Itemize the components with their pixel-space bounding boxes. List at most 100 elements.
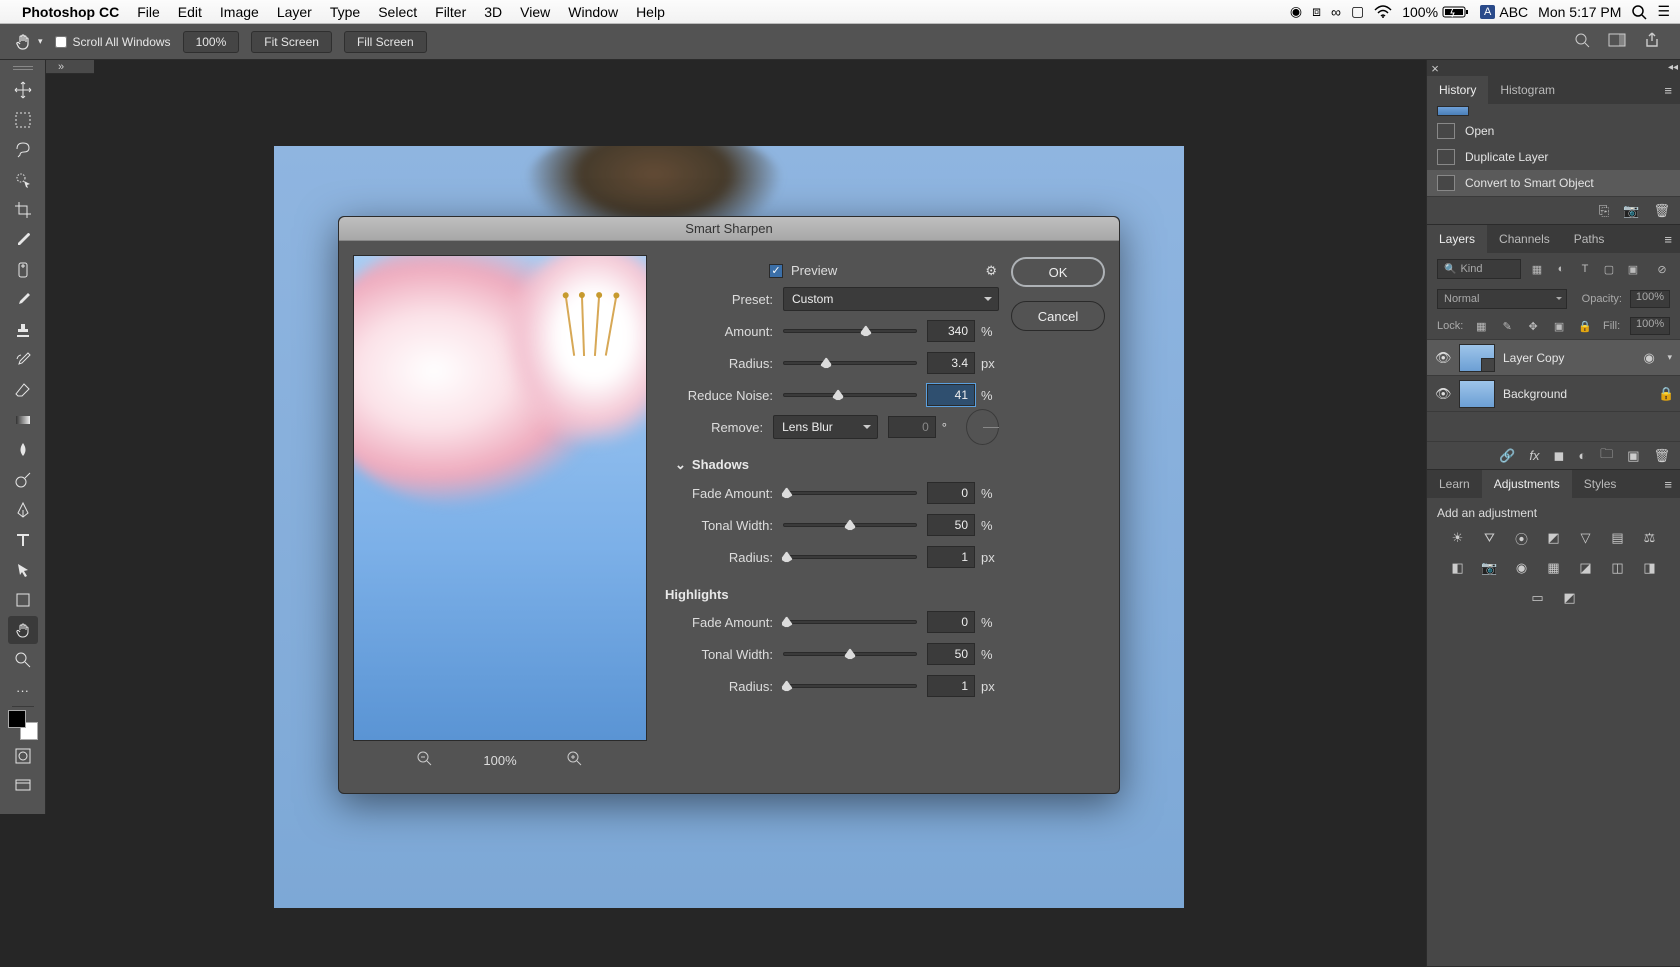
filter-shape-icon[interactable]: ▢ <box>1601 261 1617 277</box>
menu-edit[interactable]: Edit <box>178 4 202 20</box>
shadows-radius-input[interactable] <box>927 546 975 568</box>
marquee-tool[interactable] <box>8 106 38 134</box>
zoom-tool[interactable] <box>8 646 38 674</box>
shadows-tonal-slider[interactable] <box>783 523 917 527</box>
zoom-in-icon[interactable] <box>567 751 583 770</box>
search-icon[interactable] <box>1574 32 1590 51</box>
move-tool[interactable] <box>8 76 38 104</box>
gradient-map-icon[interactable]: ▭ <box>1527 588 1549 608</box>
layer-thumb[interactable] <box>1459 380 1495 408</box>
path-select-tool[interactable] <box>8 556 38 584</box>
color-lookup-icon[interactable]: ▦ <box>1543 558 1565 578</box>
highlights-section-header[interactable]: Highlights <box>665 587 999 602</box>
highlights-fade-slider[interactable] <box>783 620 917 624</box>
levels-icon[interactable]: ⛛ <box>1479 528 1501 548</box>
filter-type-icon[interactable]: T <box>1577 261 1593 277</box>
airplay-icon[interactable]: ▢ <box>1351 3 1364 20</box>
curves-icon[interactable]: ⦿ <box>1511 528 1533 548</box>
healing-tool[interactable] <box>8 256 38 284</box>
shadows-tonal-input[interactable] <box>927 514 975 536</box>
remove-dropdown[interactable]: Lens Blur <box>773 415 878 439</box>
app-name[interactable]: Photoshop CC <box>22 4 119 20</box>
eraser-tool[interactable] <box>8 376 38 404</box>
highlights-fade-input[interactable] <box>927 611 975 633</box>
filter-pixel-icon[interactable]: ▦ <box>1529 261 1545 277</box>
battery-status[interactable]: 100% <box>1402 4 1470 20</box>
lasso-tool[interactable] <box>8 136 38 164</box>
screenmode-tool[interactable] <box>8 772 38 800</box>
panel-menu-icon[interactable]: ≡ <box>1656 225 1680 253</box>
vibrance-icon[interactable]: ▽ <box>1575 528 1597 548</box>
history-item[interactable]: Duplicate Layer <box>1427 144 1680 170</box>
tab-channels[interactable]: Channels <box>1487 225 1562 253</box>
layer-row[interactable]: 👁 Background 🔒 <box>1427 375 1680 411</box>
preset-dropdown[interactable]: Custom <box>783 287 999 311</box>
tab-history[interactable]: History <box>1427 76 1488 104</box>
bw-icon[interactable]: ◧ <box>1447 558 1469 578</box>
smart-object-badge-icon[interactable]: ◉ <box>1643 350 1659 366</box>
wifi-icon[interactable] <box>1374 5 1392 19</box>
channel-mixer-icon[interactable]: ◉ <box>1511 558 1533 578</box>
history-brush-tool[interactable] <box>8 346 38 374</box>
adjustment-layer-icon[interactable]: ◐ <box>1578 448 1586 463</box>
panel-menu-icon[interactable]: ≡ <box>1656 470 1680 498</box>
tab-layers[interactable]: Layers <box>1427 225 1487 253</box>
tab-styles[interactable]: Styles <box>1572 470 1629 498</box>
dodge-tool[interactable] <box>8 466 38 494</box>
crop-tool[interactable] <box>8 196 38 224</box>
lock-transparent-icon[interactable]: ▦ <box>1473 318 1489 334</box>
angle-dial[interactable] <box>966 409 999 445</box>
link-layers-icon[interactable]: 🔗 <box>1499 448 1515 464</box>
angle-input[interactable] <box>888 416 936 438</box>
highlights-radius-input[interactable] <box>927 675 975 697</box>
invert-icon[interactable]: ◪ <box>1575 558 1597 578</box>
amount-slider[interactable] <box>783 329 917 333</box>
noise-input[interactable] <box>927 384 975 406</box>
filter-smart-icon[interactable]: ▣ <box>1625 261 1641 277</box>
radius-input[interactable] <box>927 352 975 374</box>
lock-position-icon[interactable]: ✥ <box>1525 318 1541 334</box>
new-layer-icon[interactable]: ▣ <box>1627 448 1639 464</box>
type-tool[interactable] <box>8 526 38 554</box>
group-icon[interactable]: 🗀 <box>1600 445 1613 467</box>
menu-select[interactable]: Select <box>378 4 417 20</box>
layer-filter-kind[interactable]: Kind <box>1437 259 1521 279</box>
threshold-icon[interactable]: ◨ <box>1639 558 1661 578</box>
tab-adjustments[interactable]: Adjustments <box>1482 470 1572 498</box>
brush-tool[interactable] <box>8 286 38 314</box>
new-snapshot-from-state-icon[interactable]: ⎘ <box>1599 203 1609 219</box>
layer-thumb[interactable] <box>1459 344 1495 372</box>
shadows-section-header[interactable]: ⌄Shadows <box>675 457 999 473</box>
visibility-icon[interactable]: 👁 <box>1435 386 1451 402</box>
menu-file[interactable]: File <box>137 4 160 20</box>
radius-slider[interactable] <box>783 361 917 365</box>
menu-view[interactable]: View <box>520 4 550 20</box>
posterize-icon[interactable]: ◫ <box>1607 558 1629 578</box>
shape-tool[interactable] <box>8 586 38 614</box>
visibility-icon[interactable]: 👁 <box>1435 350 1451 366</box>
filter-toggle[interactable]: ⊘ <box>1654 261 1670 277</box>
share-icon[interactable] <box>1644 32 1660 51</box>
panel-close-icon[interactable]: × <box>1427 61 1443 76</box>
menu-window[interactable]: Window <box>568 4 618 20</box>
highlights-tonal-slider[interactable] <box>783 652 917 656</box>
dialog-preview[interactable] <box>353 255 647 741</box>
clock[interactable]: Mon 5:17 PM <box>1538 4 1621 20</box>
status-app-icon[interactable]: ◉ <box>1290 3 1302 20</box>
lock-pixels-icon[interactable]: ✎ <box>1499 318 1515 334</box>
highlights-radius-slider[interactable] <box>783 684 917 688</box>
tab-paths[interactable]: Paths <box>1562 225 1617 253</box>
dialog-title[interactable]: Smart Sharpen <box>339 217 1119 241</box>
brightness-icon[interactable]: ☀ <box>1447 528 1469 548</box>
menu-help[interactable]: Help <box>636 4 665 20</box>
menu-filter[interactable]: Filter <box>435 4 466 20</box>
amount-input[interactable] <box>927 320 975 342</box>
layer-row[interactable]: 👁 Layer Copy ◉▾ <box>1427 339 1680 375</box>
tab-learn[interactable]: Learn <box>1427 470 1482 498</box>
blur-tool[interactable] <box>8 436 38 464</box>
menu-3d[interactable]: 3D <box>484 4 502 20</box>
spotlight-icon[interactable] <box>1631 4 1647 20</box>
scroll-all-windows-checkbox[interactable]: Scroll All Windows <box>55 35 171 49</box>
hand-tool[interactable] <box>8 616 38 644</box>
selective-color-icon[interactable]: ◩ <box>1559 588 1581 608</box>
